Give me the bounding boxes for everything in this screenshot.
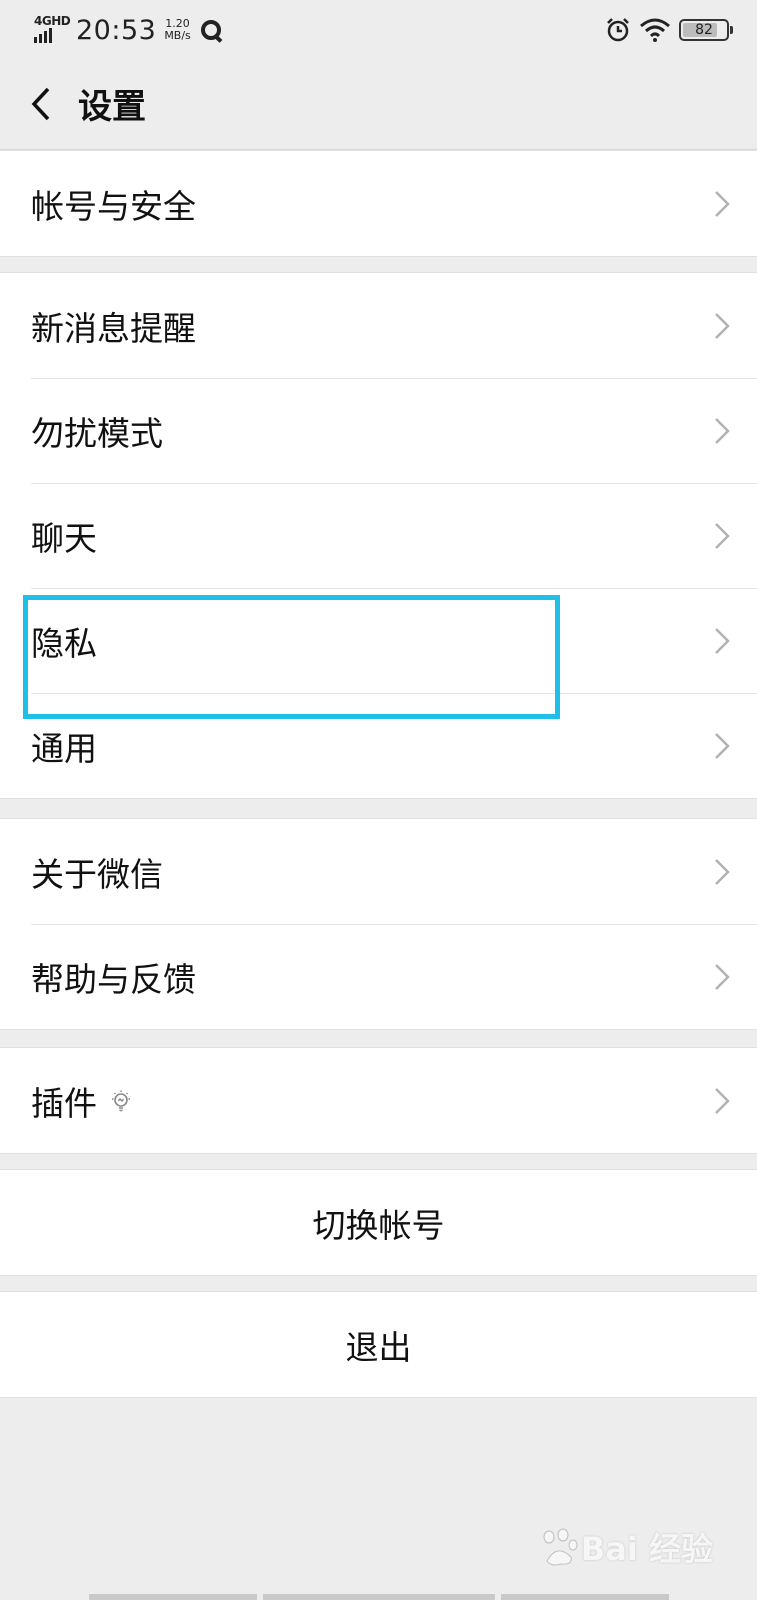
settings-item-chat[interactable]: 聊天	[0, 483, 757, 588]
settings-item-label: 勿扰模式	[31, 413, 163, 453]
watermark-text: Bai 经验	[580, 1530, 713, 1568]
settings-group-plugins: 插件	[0, 1047, 757, 1154]
network-type: 4GHD	[34, 14, 71, 28]
status-left: 4GHD 20:53 1.20 MB/s	[34, 10, 221, 50]
alarm-icon	[607, 18, 629, 42]
settings-item-label: 插件	[31, 1083, 97, 1123]
signal-icon: 4GHD	[34, 14, 71, 45]
settings-item-account-security[interactable]: 帐号与安全	[0, 151, 757, 256]
settings-item-label: 隐私	[31, 623, 97, 663]
switch-account-button[interactable]: 切换帐号	[0, 1170, 757, 1275]
network-speed: 1.20 MB/s	[164, 18, 190, 42]
system-nav-bar	[0, 1594, 757, 1600]
nav-segment	[500, 1594, 669, 1600]
status-right: 82	[605, 14, 733, 46]
settings-item-label: 关于微信	[31, 854, 163, 894]
battery-level: 82	[695, 22, 713, 38]
back-button[interactable]	[6, 58, 76, 150]
paw-icon	[543, 1528, 578, 1566]
status-time: 20:53	[76, 14, 157, 46]
switch-account-group: 切换帐号	[0, 1169, 757, 1276]
status-bar: 4GHD 20:53 1.20 MB/s 82	[0, 0, 757, 58]
settings-item-label: 新消息提醒	[31, 308, 196, 348]
settings-item-label: 通用	[31, 728, 97, 768]
chevron-left-icon	[31, 87, 50, 120]
settings-item-plugins[interactable]: 插件	[0, 1048, 757, 1153]
chevron-right-icon	[715, 963, 730, 990]
settings-item-general[interactable]: 通用	[0, 693, 757, 798]
wifi-icon	[640, 18, 670, 42]
logout-button[interactable]: 退出	[0, 1292, 757, 1397]
settings-item-about-wechat[interactable]: 关于微信	[0, 819, 757, 924]
settings-item-label: 聊天	[31, 518, 97, 558]
chevron-right-icon	[715, 1087, 730, 1114]
nav-segment	[88, 1594, 257, 1600]
logout-group: 退出	[0, 1291, 757, 1398]
settings-item-label: 帮助与反馈	[31, 959, 196, 999]
battery-icon: 82	[679, 19, 733, 41]
app-notification-icon	[200, 20, 221, 40]
lightbulb-icon	[112, 1090, 130, 1111]
chevron-right-icon	[715, 627, 730, 654]
speed-unit: MB/s	[164, 29, 191, 42]
settings-item-notifications[interactable]: 新消息提醒	[0, 273, 757, 378]
page-title: 设置	[78, 87, 146, 127]
chevron-right-icon	[715, 312, 730, 339]
chevron-right-icon	[715, 190, 730, 217]
settings-item-label: 帐号与安全	[31, 186, 196, 226]
chevron-right-icon	[715, 417, 730, 444]
nav-segment	[262, 1594, 495, 1600]
settings-item-help-feedback[interactable]: 帮助与反馈	[0, 924, 757, 1029]
settings-group-general: 新消息提醒 勿扰模式 聊天 隐私 通用	[0, 272, 757, 799]
settings-group-about: 关于微信 帮助与反馈	[0, 818, 757, 1030]
chevron-right-icon	[715, 732, 730, 759]
baidu-jingyan-watermark: Bai 经验	[537, 1524, 713, 1570]
settings-item-privacy[interactable]: 隐私	[0, 588, 757, 693]
settings-item-do-not-disturb[interactable]: 勿扰模式	[0, 378, 757, 483]
chevron-right-icon	[715, 858, 730, 885]
settings-group-account: 帐号与安全	[0, 150, 757, 257]
chevron-right-icon	[715, 522, 730, 549]
top-app-bar: 设置	[0, 58, 757, 150]
